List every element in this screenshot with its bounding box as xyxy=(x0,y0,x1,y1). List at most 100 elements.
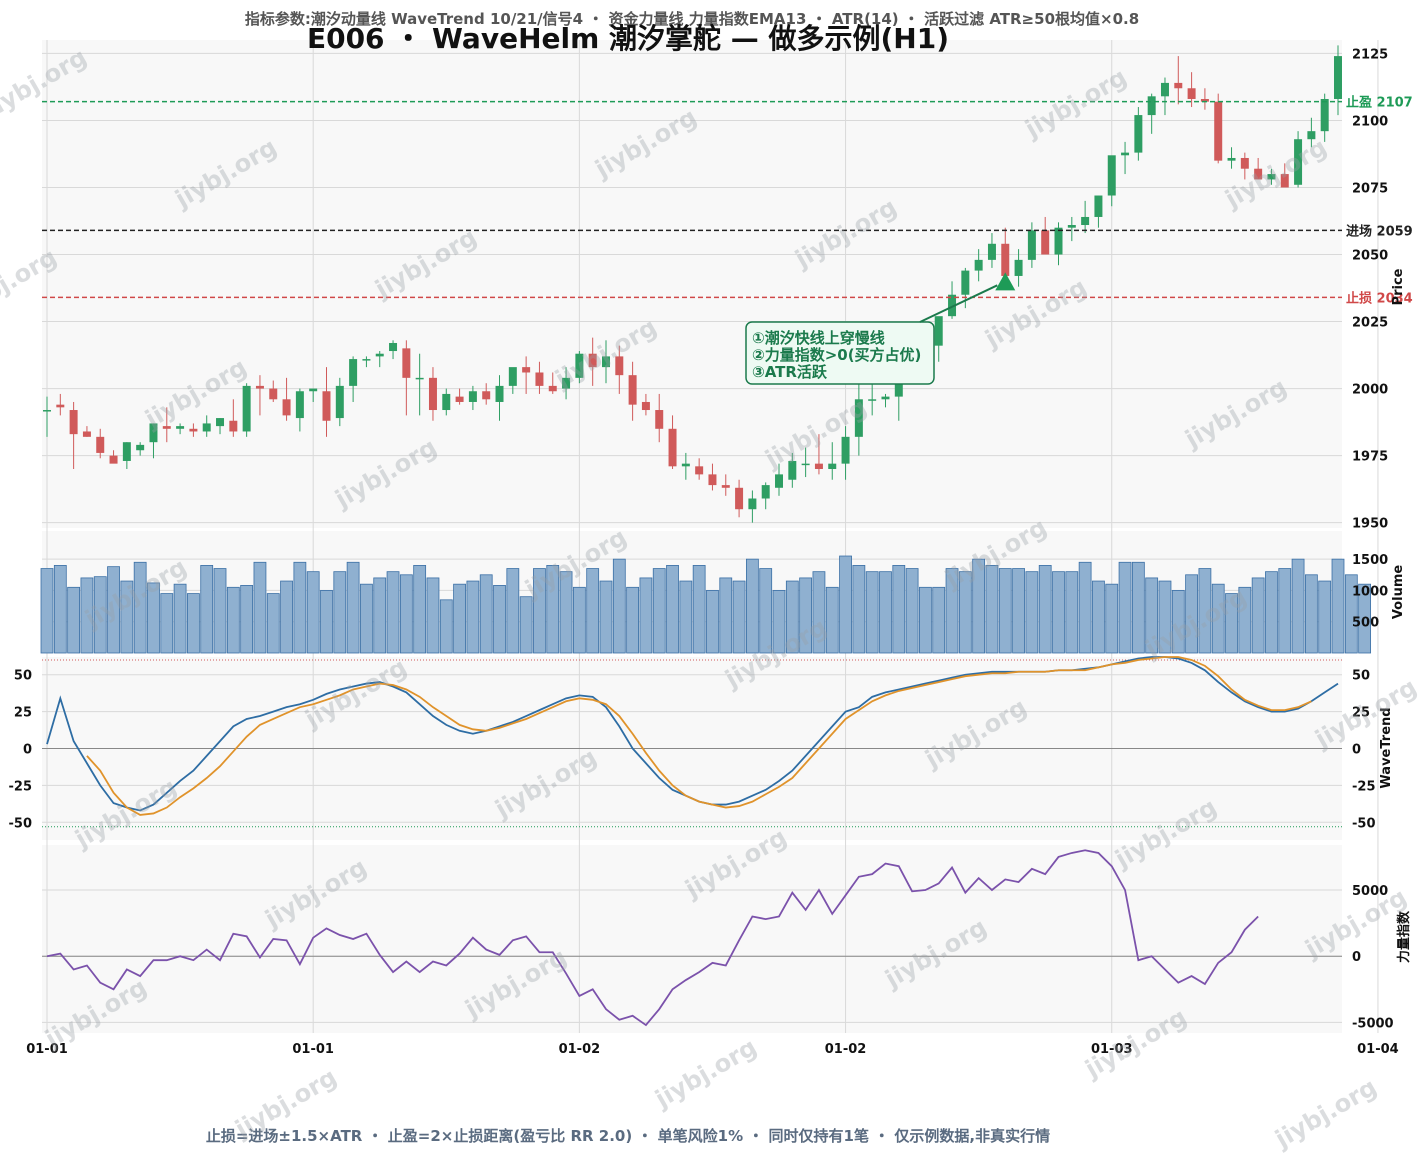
y-tick-label: 1975 xyxy=(1352,450,1388,465)
volume-bar xyxy=(879,571,892,654)
volume-bar xyxy=(666,565,679,654)
candle-body xyxy=(455,396,464,402)
volume-bar xyxy=(519,596,533,654)
volume-bar xyxy=(1012,568,1025,654)
candle-body xyxy=(269,388,278,400)
candle-body xyxy=(695,466,704,475)
candle-body xyxy=(43,410,51,412)
volume-bar xyxy=(679,580,693,654)
volume-bar xyxy=(998,568,1012,654)
candle-body xyxy=(362,359,371,361)
volume-bar xyxy=(506,568,520,654)
volume-bar xyxy=(1052,571,1065,654)
candle-body xyxy=(641,401,650,411)
x-tick-label: 01-02 xyxy=(825,1042,867,1057)
volume-bar xyxy=(213,568,227,654)
candle-body xyxy=(934,316,943,346)
volume-bar xyxy=(439,599,453,654)
volume-bar xyxy=(746,558,759,654)
volume-bar xyxy=(200,565,214,654)
volume-bar xyxy=(373,577,387,654)
volume-bar xyxy=(892,565,906,654)
y-tick-label: 25 xyxy=(14,706,32,721)
candle-body xyxy=(1041,230,1050,255)
volume-bar xyxy=(932,586,946,654)
volume-bar xyxy=(1105,583,1119,654)
volume-bar xyxy=(426,577,440,654)
candle-body xyxy=(349,359,358,386)
volume-bar xyxy=(1265,571,1278,654)
trading-chart: 止盈 2107进场 2059止损 2034 01-01 01-01 01-02 01-… xyxy=(0,10,1422,1154)
volume-bar xyxy=(692,565,706,654)
volume-bar xyxy=(572,586,586,654)
y-tick-label: 2025 xyxy=(1352,316,1388,331)
volume-bar xyxy=(639,577,653,654)
candle-body xyxy=(1160,82,1169,97)
candle-body xyxy=(522,367,531,373)
y-tick-label: 2000 xyxy=(1352,383,1388,398)
candle-body xyxy=(1320,98,1329,132)
volume-bar xyxy=(226,586,240,654)
candle-body xyxy=(987,243,996,260)
candle-body xyxy=(828,463,837,470)
volume-bar xyxy=(719,577,733,654)
candle-body xyxy=(69,410,78,435)
volume-bar xyxy=(453,583,466,654)
candle-body xyxy=(189,428,198,432)
y-tick-label: -5000 xyxy=(1352,1016,1394,1031)
y-tick-label: 50 xyxy=(1352,669,1370,684)
x-tick-label: 01-02 xyxy=(559,1042,601,1057)
candle-body xyxy=(322,391,331,421)
x-tick-label: 01-01 xyxy=(292,1042,334,1057)
candle-body xyxy=(655,410,664,429)
volume-bar xyxy=(612,558,626,654)
volume-bar xyxy=(825,586,839,654)
candle-body xyxy=(255,385,264,389)
volume-bar xyxy=(1278,568,1292,654)
volume-bar xyxy=(240,585,254,654)
volume-bar xyxy=(280,580,293,654)
candle-body xyxy=(1107,155,1116,196)
candle-body xyxy=(375,353,384,357)
footer-note: 止损=进场±1.5×ATR ・ 止盈=2×止损距离(盈亏比 RR 2.0) ・ … xyxy=(206,1127,1050,1145)
y-tick-label: 0 xyxy=(23,743,32,758)
volume-bar xyxy=(1251,577,1265,654)
volume-bar xyxy=(599,580,613,654)
y-tick-label: 50 xyxy=(14,669,32,684)
candle-body xyxy=(1134,115,1143,153)
annotation-line-2: ②力量指数>0(买方占优) xyxy=(752,346,921,364)
candle-body xyxy=(841,436,850,464)
volume-bar xyxy=(905,568,919,654)
candle-body xyxy=(668,428,677,467)
y-tick-label: -50 xyxy=(9,816,33,831)
candle-body xyxy=(868,399,877,401)
candle-body xyxy=(681,463,690,467)
volume-bar xyxy=(1078,561,1092,654)
volume-bar xyxy=(1038,565,1052,654)
volume-bar xyxy=(187,593,200,654)
candle-body xyxy=(548,385,557,392)
volume-bar xyxy=(1092,580,1105,654)
price-axis-label: Price xyxy=(1391,268,1406,305)
candle-body xyxy=(56,404,65,408)
volume-bar xyxy=(386,571,400,654)
candle-body xyxy=(761,485,770,499)
volume-bar xyxy=(320,590,333,654)
candle-body xyxy=(1227,157,1236,161)
y-tick-label: 1950 xyxy=(1352,517,1388,532)
annotation-line-1: ①潮汐快线上穿慢线 xyxy=(752,329,885,347)
volume-bar xyxy=(732,580,746,654)
chart-title: E006 ・ WaveHelm 潮汐掌舵 — 做多示例(H1) xyxy=(307,22,949,55)
y-tick-label: -25 xyxy=(1352,779,1376,794)
volume-bar xyxy=(360,583,373,654)
candle-body xyxy=(508,367,517,386)
y-tick-label: 2050 xyxy=(1352,249,1388,264)
volume-bar xyxy=(333,571,347,654)
volume-bar xyxy=(479,574,493,654)
y-tick-label: -25 xyxy=(9,779,33,794)
volume-bar xyxy=(306,571,320,654)
force-index-axis-label: 力量指数 xyxy=(1396,910,1412,963)
candle-body xyxy=(628,375,637,405)
candle-body xyxy=(136,444,145,451)
candle-body xyxy=(735,487,744,510)
